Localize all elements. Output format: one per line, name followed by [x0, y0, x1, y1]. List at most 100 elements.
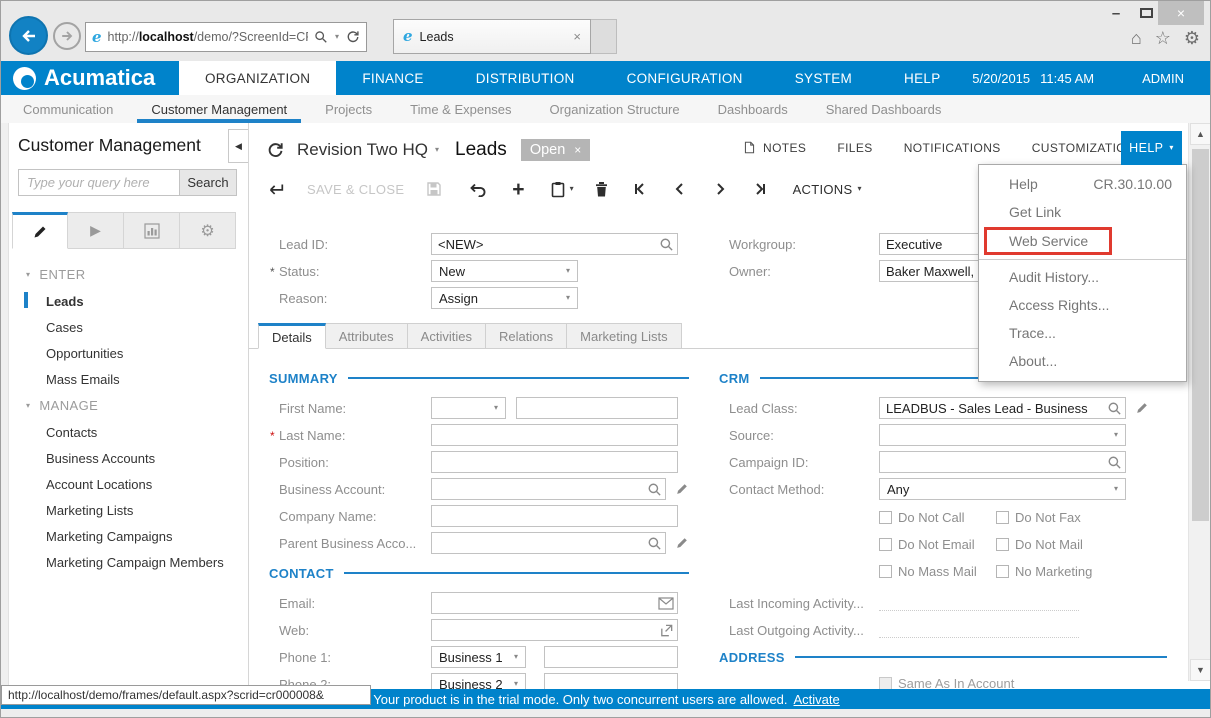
scroll-down-icon[interactable]: ▼ — [1190, 659, 1211, 681]
nav-first-icon[interactable] — [633, 182, 647, 196]
address-bar[interactable]: e http://localhost/demo/?ScreenId=CR3010… — [85, 22, 367, 52]
nav-item-distribution[interactable]: DISTRIBUTION — [450, 61, 601, 95]
nav-item-help[interactable]: HELP — [878, 61, 966, 95]
subnav-shared-dashboards[interactable]: Shared Dashboards — [812, 95, 956, 123]
source-select[interactable]: ▾ — [879, 424, 1126, 446]
business-account-field[interactable] — [431, 478, 666, 500]
address-search-icon[interactable] — [314, 30, 328, 44]
company-name-field[interactable] — [431, 505, 678, 527]
phone1-type-select[interactable]: Business 1 ▾ — [431, 646, 526, 668]
help-menu-item-web-service[interactable]: Web Service — [979, 226, 1186, 256]
scrollbar-thumb[interactable] — [1192, 149, 1209, 521]
nav-item-system[interactable]: SYSTEM — [769, 61, 878, 95]
filter-tag-open[interactable]: Open × — [521, 139, 591, 161]
edit-pencil-icon[interactable] — [1135, 401, 1149, 415]
sidebar-tab-setup[interactable]: ⚙ — [180, 212, 236, 249]
tab-details[interactable]: Details — [258, 323, 326, 349]
checkbox-do-not-fax[interactable]: Do Not Fax — [996, 510, 1081, 525]
lookup-icon[interactable] — [1107, 401, 1122, 416]
reason-select[interactable]: Assign ▾ — [431, 287, 578, 309]
tree-group-manage[interactable]: ▾ MANAGE — [10, 392, 248, 419]
subnav-communication[interactable]: Communication — [9, 95, 127, 123]
email-icon[interactable] — [658, 597, 674, 610]
favorites-star-icon[interactable]: ☆ — [1155, 29, 1171, 47]
sidebar-item-account-locations[interactable]: Account Locations — [10, 471, 248, 497]
tab-activities[interactable]: Activities — [408, 323, 486, 349]
campaign-id-field[interactable] — [879, 451, 1126, 473]
window-maximize-button[interactable] — [1131, 1, 1161, 25]
save-close-button[interactable]: SAVE & CLOSE — [307, 182, 404, 197]
notifications-button[interactable]: NOTIFICATIONS — [904, 141, 1001, 155]
help-menu-button[interactable]: HELP ▾ — [1121, 131, 1182, 165]
browser-forward-button[interactable] — [53, 22, 81, 50]
sidebar-tab-reports[interactable] — [124, 212, 180, 249]
copy-paste-button[interactable]: ▾ — [551, 181, 574, 198]
status-select[interactable]: New ▾ — [431, 260, 578, 282]
branch-selector[interactable]: Revision Two HQ ▾ — [297, 140, 439, 160]
last-name-field[interactable] — [431, 424, 678, 446]
scroll-up-icon[interactable]: ▲ — [1190, 123, 1211, 145]
checkbox-icon[interactable] — [879, 511, 892, 524]
contact-method-select[interactable]: Any ▾ — [879, 478, 1126, 500]
edit-pencil-icon[interactable] — [675, 482, 689, 496]
sidebar-tab-processes[interactable]: ▶ — [68, 212, 124, 249]
sidebar-collapse-button[interactable]: ◀ — [228, 129, 249, 163]
weblink-icon[interactable] — [659, 623, 674, 638]
sidebar-item-leads[interactable]: Leads — [10, 288, 248, 314]
nav-prev-icon[interactable] — [673, 182, 687, 196]
window-minimize-button[interactable]: – — [1101, 1, 1131, 25]
sidebar-item-marketing-lists[interactable]: Marketing Lists — [10, 497, 248, 523]
settings-gear-icon[interactable]: ⚙ — [1184, 29, 1200, 47]
address-refresh-icon[interactable] — [346, 30, 360, 44]
files-button[interactable]: FILES — [837, 141, 872, 155]
acumatica-brand[interactable]: Acumatica — [1, 61, 179, 95]
nav-item-organization[interactable]: ORGANIZATION — [179, 61, 336, 95]
position-field[interactable] — [431, 451, 678, 473]
lookup-icon[interactable] — [647, 536, 662, 551]
tree-group-enter[interactable]: ▾ ENTER — [10, 261, 248, 288]
nav-next-icon[interactable] — [713, 182, 727, 196]
subnav-time-expenses[interactable]: Time & Expenses — [396, 95, 525, 123]
lookup-icon[interactable] — [1107, 455, 1122, 470]
nav-last-icon[interactable] — [753, 182, 767, 196]
screen-refresh-icon[interactable] — [267, 142, 284, 159]
search-button[interactable]: Search — [180, 169, 237, 196]
user-menu[interactable]: ADMIN — [1142, 71, 1184, 86]
checkbox-icon[interactable] — [996, 565, 1009, 578]
checkbox-icon[interactable] — [879, 565, 892, 578]
notes-button[interactable]: NOTES — [743, 140, 806, 155]
lead-id-field[interactable]: <NEW> — [431, 233, 678, 255]
checkbox-no-mass-mail[interactable]: No Mass Mail — [879, 564, 996, 579]
checkbox-icon[interactable] — [996, 538, 1009, 551]
help-menu-item-audit-history[interactable]: Audit History... — [979, 263, 1186, 291]
nav-item-finance[interactable]: FINANCE — [336, 61, 449, 95]
help-menu-item-about[interactable]: About... — [979, 347, 1186, 375]
lead-class-field[interactable]: LEADBUS - Sales Lead - Business — [879, 397, 1126, 419]
sidebar-item-business-accounts[interactable]: Business Accounts — [10, 445, 248, 471]
sidebar-item-mass-emails[interactable]: Mass Emails — [10, 366, 248, 392]
subnav-organization-structure[interactable]: Organization Structure — [536, 95, 694, 123]
home-icon[interactable]: ⌂ — [1131, 29, 1142, 47]
checkbox-icon[interactable] — [879, 538, 892, 551]
tab-relations[interactable]: Relations — [486, 323, 567, 349]
lookup-icon[interactable] — [647, 482, 662, 497]
help-menu-item-get-link[interactable]: Get Link — [979, 198, 1186, 226]
subnav-customer-management[interactable]: Customer Management — [137, 95, 301, 123]
browser-back-button[interactable] — [9, 16, 48, 55]
filter-tag-close-icon[interactable]: × — [574, 143, 581, 157]
tab-marketing-lists[interactable]: Marketing Lists — [567, 323, 681, 349]
delete-icon[interactable] — [594, 181, 609, 197]
sidebar-item-opportunities[interactable]: Opportunities — [10, 340, 248, 366]
tab-attributes[interactable]: Attributes — [326, 323, 408, 349]
sidebar-item-marketing-campaigns[interactable]: Marketing Campaigns — [10, 523, 248, 549]
window-close-button[interactable]: × — [1158, 1, 1204, 25]
address-dropdown-icon[interactable]: ▾ — [335, 33, 339, 41]
web-field[interactable] — [431, 619, 678, 641]
edit-pencil-icon[interactable] — [675, 536, 689, 550]
parent-account-field[interactable] — [431, 532, 666, 554]
email-field[interactable] — [431, 592, 678, 614]
save-icon[interactable] — [426, 181, 442, 197]
checkbox-no-marketing[interactable]: No Marketing — [996, 564, 1092, 579]
subnav-dashboards[interactable]: Dashboards — [704, 95, 802, 123]
subnav-projects[interactable]: Projects — [311, 95, 386, 123]
